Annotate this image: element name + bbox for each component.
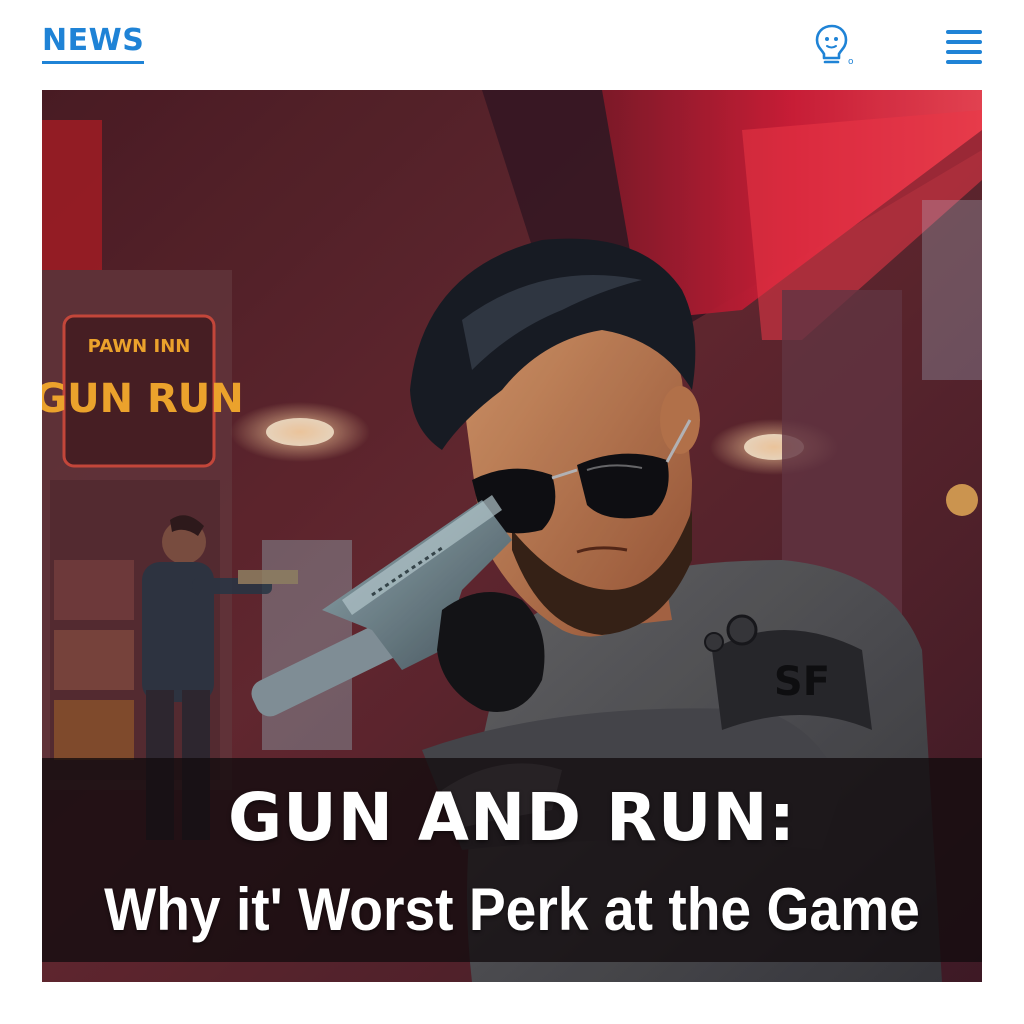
hero-article-card[interactable]: PAWN INN GUN RUN SF GUN AND RUN: Why it'… <box>42 90 982 982</box>
news-logo[interactable]: NEWS <box>42 24 145 64</box>
article-headline[interactable]: GUN AND RUN: <box>42 780 982 856</box>
top-bar: NEWS o <box>0 0 1024 88</box>
lightbulb-icon[interactable]: o <box>812 22 858 68</box>
news-page: NEWS o PAWN INN GUN RUN SF GUN AND RUN: … <box>0 0 1024 1024</box>
article-subheadline[interactable]: Why it' Worst Perk at the Game <box>80 874 945 946</box>
svg-text:o: o <box>848 57 854 67</box>
hamburger-menu-icon[interactable] <box>946 28 984 64</box>
